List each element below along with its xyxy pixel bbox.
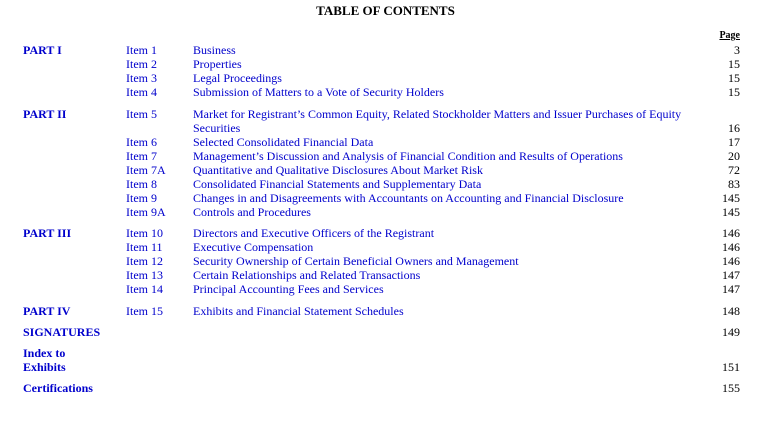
signatures-page: 149	[722, 325, 740, 339]
toc-row-item-5: PART II Item 5 Market for Registrant’s C…	[0, 107, 771, 135]
item-10-page: 146	[722, 226, 740, 240]
toc-row-item-4: Item 4 Submission of Matters to a Vote o…	[0, 85, 771, 99]
item-9a-page: 145	[722, 205, 740, 219]
item-11-link[interactable]: Item 11	[126, 240, 163, 254]
part-4-link[interactable]: PART IV	[23, 304, 70, 318]
item-3-desc-link[interactable]: Legal Proceedings	[193, 71, 282, 85]
item-7-page: 20	[728, 149, 740, 163]
item-10-desc-link[interactable]: Directors and Executive Officers of the …	[193, 226, 434, 240]
toc-row-item-10: PART III Item 10 Directors and Executive…	[0, 226, 771, 240]
item-5-page: 16	[728, 121, 740, 135]
item-9-desc-link[interactable]: Changes in and Disagreements with Accoun…	[193, 191, 624, 205]
toc-row-item-12: Item 12 Security Ownership of Certain Be…	[0, 254, 771, 268]
item-9a-link[interactable]: Item 9A	[126, 205, 166, 219]
page-column-header: Page	[719, 30, 740, 41]
item-10-link[interactable]: Item 10	[126, 226, 163, 240]
item-1-link[interactable]: Item 1	[126, 43, 157, 57]
item-8-desc-link[interactable]: Consolidated Financial Statements and Su…	[193, 177, 481, 191]
item-8-link[interactable]: Item 8	[126, 177, 157, 191]
item-5-desc-link[interactable]: Market for Registrant’s Common Equity, R…	[193, 107, 713, 135]
toc-row-item-7: Item 7 Management’s Discussion and Analy…	[0, 149, 771, 163]
item-7-desc-link[interactable]: Management’s Discussion and Analysis of …	[193, 149, 623, 163]
item-14-page: 147	[722, 282, 740, 296]
item-15-link[interactable]: Item 15	[126, 304, 163, 318]
index-to-exhibits-link-line1[interactable]: Index to	[23, 346, 65, 360]
toc-row-item-6: Item 6 Selected Consolidated Financial D…	[0, 135, 771, 149]
toc-row-certifications: Certifications 155	[0, 381, 771, 395]
part-1-link[interactable]: PART I	[23, 43, 62, 57]
item-4-link[interactable]: Item 4	[126, 85, 157, 99]
item-8-page: 83	[728, 177, 740, 191]
toc-row-item-3: Item 3 Legal Proceedings 15	[0, 71, 771, 85]
item-2-page: 15	[728, 57, 740, 71]
item-2-link[interactable]: Item 2	[126, 57, 157, 71]
item-12-link[interactable]: Item 12	[126, 254, 163, 268]
item-14-link[interactable]: Item 14	[126, 282, 163, 296]
item-13-desc-link[interactable]: Certain Relationships and Related Transa…	[193, 268, 420, 282]
toc-row-item-7a: Item 7A Quantitative and Qualitative Dis…	[0, 163, 771, 177]
item-15-desc-link[interactable]: Exhibits and Financial Statement Schedul…	[193, 304, 404, 318]
toc-row-index-to-exhibits: Index to Exhibits 151	[0, 346, 771, 374]
item-13-page: 147	[722, 268, 740, 282]
toc-row-item-9: Item 9 Changes in and Disagreements with…	[0, 191, 771, 205]
index-to-exhibits-page: 151	[722, 360, 740, 374]
toc-title: TABLE OF CONTENTS	[316, 3, 455, 18]
index-to-exhibits-link-line2[interactable]: Exhibits	[23, 360, 66, 374]
item-12-desc-link[interactable]: Security Ownership of Certain Beneficial…	[193, 254, 519, 268]
item-15-page: 148	[722, 304, 740, 318]
toc-row-item-15: PART IV Item 15 Exhibits and Financial S…	[0, 304, 771, 318]
toc-row-item-14: Item 14 Principal Accounting Fees and Se…	[0, 282, 771, 296]
item-9-page: 145	[722, 191, 740, 205]
item-2-desc-link[interactable]: Properties	[193, 57, 242, 71]
item-4-page: 15	[728, 85, 740, 99]
toc-row-item-13: Item 13 Certain Relationships and Relate…	[0, 268, 771, 282]
signatures-link[interactable]: SIGNATURES	[23, 325, 100, 339]
item-1-desc-link[interactable]: Business	[193, 43, 236, 57]
item-12-page: 146	[722, 254, 740, 268]
item-6-link[interactable]: Item 6	[126, 135, 157, 149]
toc-row-item-8: Item 8 Consolidated Financial Statements…	[0, 177, 771, 191]
item-11-desc-link[interactable]: Executive Compensation	[193, 240, 313, 254]
item-11-page: 146	[722, 240, 740, 254]
part-2-link[interactable]: PART II	[23, 107, 66, 121]
item-6-page: 17	[728, 135, 740, 149]
item-7a-link[interactable]: Item 7A	[126, 163, 166, 177]
toc-row-item-11: Item 11 Executive Compensation 146	[0, 240, 771, 254]
item-4-desc-link[interactable]: Submission of Matters to a Vote of Secur…	[193, 85, 444, 99]
item-6-desc-link[interactable]: Selected Consolidated Financial Data	[193, 135, 373, 149]
item-14-desc-link[interactable]: Principal Accounting Fees and Services	[193, 282, 384, 296]
item-7-link[interactable]: Item 7	[126, 149, 157, 163]
toc-row-item-9a: Item 9A Controls and Procedures 145	[0, 205, 771, 219]
item-13-link[interactable]: Item 13	[126, 268, 163, 282]
item-1-page: 3	[734, 43, 740, 57]
item-3-link[interactable]: Item 3	[126, 71, 157, 85]
item-7a-desc-link[interactable]: Quantitative and Qualitative Disclosures…	[193, 163, 483, 177]
toc-row-item-1: PART I Item 1 Business 3	[0, 43, 771, 57]
part-3-link[interactable]: PART III	[23, 226, 71, 240]
item-9-link[interactable]: Item 9	[126, 191, 157, 205]
item-5-link[interactable]: Item 5	[126, 107, 157, 121]
item-7a-page: 72	[728, 163, 740, 177]
toc-row-item-2: Item 2 Properties 15	[0, 57, 771, 71]
toc-row-signatures: SIGNATURES 149	[0, 325, 771, 339]
item-3-page: 15	[728, 71, 740, 85]
item-9a-desc-link[interactable]: Controls and Procedures	[193, 205, 311, 219]
certifications-link[interactable]: Certifications	[23, 381, 93, 395]
certifications-page: 155	[722, 381, 740, 395]
